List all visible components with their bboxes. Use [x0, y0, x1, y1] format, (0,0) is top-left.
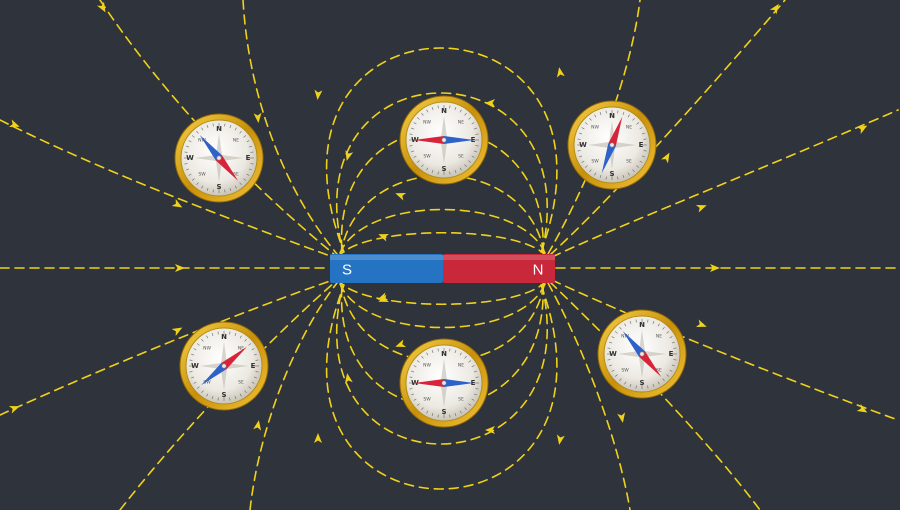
compass-label-s: S — [216, 183, 221, 191]
compass-label-se: SE — [626, 159, 632, 165]
field-arrow-icon — [695, 204, 707, 213]
compass-label-s: S — [441, 408, 446, 416]
compass-label-ne: NE — [458, 120, 464, 126]
compass-top-right: NSEWNENWSESW — [567, 100, 657, 190]
field-canvas: S N NSEWNENWSESWNSEWNENWSESWNSEWNENWSESW… — [0, 0, 899, 510]
compass-bottom-middle: NSEWNENWSESW — [399, 338, 489, 428]
compass-bottom-left: NSEWNENWSESW — [179, 321, 269, 411]
field-arrow-icon — [314, 433, 322, 443]
field-arrow-icon — [485, 99, 495, 107]
field-arrow-icon — [695, 319, 707, 328]
field-arrow-icon — [556, 67, 565, 78]
field-line — [249, 282, 338, 510]
north-pole-label: N — [533, 262, 544, 279]
compass-top-left: NSEWNENWSESW — [174, 113, 264, 203]
field-line — [0, 119, 334, 258]
compass-label-nw: NW — [591, 125, 599, 131]
needle-pivot — [441, 380, 447, 386]
field-arrow-icon — [378, 233, 390, 242]
field-arrow-icon — [556, 434, 565, 445]
compass-label-sw: SW — [621, 368, 629, 374]
field-line — [339, 208, 546, 254]
compass-top-middle: NSEWNENWSESW — [399, 95, 489, 185]
compass-label-n: N — [441, 350, 447, 358]
compass-label-ne: NE — [233, 138, 239, 144]
field-arrow-icon — [314, 89, 323, 100]
compass-label-nw: NW — [423, 120, 431, 126]
compass-label-e: E — [251, 362, 256, 370]
needle-pivot — [609, 142, 615, 148]
compass-label-sw: SW — [591, 159, 599, 165]
field-arrow-icon — [253, 420, 262, 431]
bar-magnet: S N — [330, 254, 555, 283]
compass-label-w: W — [579, 141, 587, 149]
field-arrow-icon — [8, 405, 20, 414]
needle-pivot — [639, 351, 645, 357]
field-line — [338, 231, 547, 257]
compass-label-s: S — [609, 170, 614, 178]
field-line — [339, 283, 546, 329]
compass-label-se: SE — [238, 380, 244, 386]
compass-label-sw: SW — [423, 397, 431, 403]
compass-label-nw: NW — [203, 346, 211, 352]
compass-label-e: E — [639, 141, 644, 149]
compass-bottom-right: NSEWNENWSESW — [597, 309, 687, 399]
compass-label-w: W — [609, 350, 617, 358]
field-arrow-icon — [769, 3, 779, 15]
compass-label-ne: NE — [458, 363, 464, 369]
compass-label-nw: NW — [423, 363, 431, 369]
field-arrow-icon — [395, 339, 407, 348]
needle-pivot — [441, 137, 447, 143]
compass-label-e: E — [246, 154, 251, 162]
field-arrow-icon — [617, 412, 626, 423]
magnet-highlight — [330, 255, 555, 260]
field-line — [338, 280, 547, 306]
compass-label-n: N — [441, 107, 447, 115]
compass-label-sw: SW — [423, 154, 431, 160]
compass-label-s: S — [639, 379, 644, 387]
compass-label-w: W — [191, 362, 199, 370]
needle-pivot — [221, 363, 227, 369]
field-arrow-icon — [97, 1, 106, 13]
field-line — [0, 279, 334, 416]
field-arrow-icon — [661, 152, 670, 164]
compass-label-sw: SW — [198, 172, 206, 178]
compass-label-n: N — [609, 112, 615, 120]
field-arrow-icon — [395, 192, 407, 201]
compass-label-se: SE — [458, 397, 464, 403]
field-arrow-icon — [175, 264, 185, 272]
field-arrow-icon — [253, 112, 262, 123]
compass-label-n: N — [221, 333, 227, 341]
compass-label-se: SE — [458, 154, 464, 160]
compass-label-n: N — [216, 125, 222, 133]
south-pole-label: S — [342, 262, 352, 279]
compass-label-e: E — [669, 350, 674, 358]
magnetic-field-diagram: S N NSEWNENWSESWNSEWNENWSESWNSEWNENWSESW… — [0, 0, 900, 510]
compass-label-s: S — [441, 165, 446, 173]
field-arrow-icon — [171, 327, 183, 336]
compass-label-s: S — [221, 391, 226, 399]
needle-pivot — [216, 155, 222, 161]
compass-label-w: W — [186, 154, 194, 162]
compass-label-ne: NE — [656, 334, 662, 340]
compass-label-ne: NE — [626, 125, 632, 131]
compass-label-n: N — [639, 321, 645, 329]
field-arrow-icon — [856, 125, 868, 134]
